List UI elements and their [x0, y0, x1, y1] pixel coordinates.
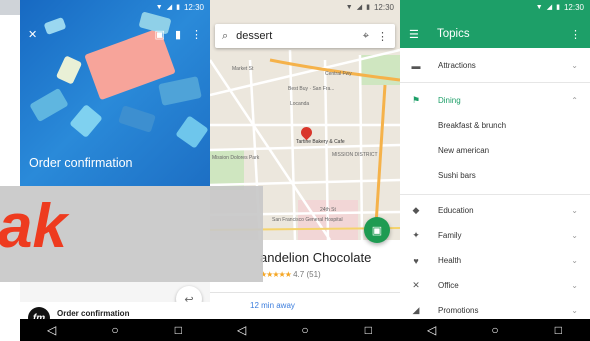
star-icon: ★★★★★	[260, 270, 292, 279]
recents-button[interactable]: □	[546, 324, 570, 336]
subitem-breakfast[interactable]: Breakfast & brunch	[438, 121, 506, 130]
message-title: Order confirmation	[57, 309, 130, 318]
review-count: (51)	[306, 270, 321, 279]
list-item-office[interactable]: ✕ Office ⌄	[400, 273, 590, 298]
more-vert-icon[interactable]: ⋮	[191, 29, 202, 41]
status-bar: ▼ ◢ ▮ 12:30	[210, 0, 400, 14]
close-icon[interactable]: ✕	[28, 29, 37, 41]
battery-icon: ▮	[366, 4, 370, 11]
chevron-down-icon: ⌄	[571, 256, 578, 265]
corner-patch	[0, 0, 20, 15]
map-label: Best Buy · San Fra...	[288, 86, 334, 92]
toolbar: ✕ ▣ ▮ ⋮	[20, 26, 210, 44]
watermark-overlay: ak	[0, 186, 263, 282]
battery-icon: ▮	[176, 4, 180, 11]
map-label: San Francisco General Hospital	[272, 217, 343, 223]
search-bar[interactable]: ⌕ dessert ⌖ ⋮	[215, 24, 395, 48]
menu-icon[interactable]: ☰	[409, 28, 419, 41]
status-time: 12:30	[373, 2, 394, 12]
family-icon: ✦	[412, 230, 420, 240]
topics-screen: ☰ Topics ⋮ ▼ ◢ ▮ 12:30 ▬ Attractions ⌄ ⚑…	[400, 0, 590, 341]
nav-bar: ◁ ○ □	[210, 319, 400, 341]
list-item-label: Dining	[438, 96, 461, 105]
hero-title: Order confirmation	[29, 156, 133, 170]
home-button[interactable]: ○	[103, 324, 127, 336]
signal-icon: ◢	[546, 4, 553, 11]
subitem-sushi[interactable]: Sushi bars	[438, 171, 476, 180]
home-button[interactable]: ○	[293, 324, 317, 336]
chevron-down-icon: ⌄	[571, 206, 578, 215]
search-input[interactable]: dessert	[236, 30, 355, 42]
search-icon: ⌕	[222, 29, 229, 42]
directions-button[interactable]: ▣	[364, 217, 390, 243]
back-button[interactable]: ◁	[230, 324, 254, 336]
chevron-down-icon: ⌄	[571, 231, 578, 240]
list-item-health[interactable]: ♥ Health ⌄	[400, 248, 590, 273]
tools-icon: ✕	[412, 280, 420, 290]
more-vert-icon[interactable]: ⋮	[377, 30, 388, 43]
watermark-text: ak	[0, 192, 67, 261]
list-item-education[interactable]: ◆ Education ⌄	[400, 198, 590, 223]
wifi-icon: ▼	[345, 3, 353, 11]
list-item-label: Attractions	[438, 61, 476, 70]
place-name: andelion Chocolate	[260, 250, 372, 265]
rating: ★★★★★ 4.7 (51)	[260, 270, 321, 279]
status-time: 12:30	[563, 2, 584, 12]
list-item-label: Family	[438, 231, 462, 240]
chevron-up-icon: ⌃	[571, 96, 578, 105]
divider	[210, 292, 400, 293]
status-time: 12:30	[183, 2, 204, 12]
inbox-screen: Order confirmation ▼ ◢ ▮ 12:30 ✕ ▣ ▮ ⋮ ↩…	[20, 0, 210, 341]
back-button[interactable]: ◁	[40, 324, 64, 336]
recents-button[interactable]: □	[356, 324, 380, 336]
eta-label: 12 min away	[250, 301, 295, 310]
list-item-label: Health	[438, 256, 462, 265]
nav-bar: ◁ ○ □	[400, 319, 590, 341]
battery-icon: ▮	[556, 4, 560, 11]
map-label: MISSION DISTRICT	[332, 152, 378, 158]
nav-bar: ◁ ○ □	[20, 319, 210, 341]
list-item-label: Education	[438, 206, 474, 215]
archive-icon[interactable]: ▣	[155, 29, 165, 41]
more-vert-icon[interactable]: ⋮	[570, 28, 581, 41]
list-item-dining[interactable]: ⚑ Dining ⌃	[400, 88, 590, 113]
tag-icon: ◢	[412, 305, 420, 315]
map-label: Tartine Bakery & Cafe	[296, 139, 345, 145]
list-item-label: Office	[438, 281, 459, 290]
chevron-down-icon: ⌄	[571, 306, 578, 315]
map-label: Market St	[232, 66, 254, 72]
list-item-attractions[interactable]: ▬ Attractions ⌄	[400, 53, 590, 78]
map-label: Locanda	[290, 101, 309, 107]
page-title: Topics	[437, 28, 470, 40]
list-item-family[interactable]: ✦ Family ⌄	[400, 223, 590, 248]
heart-icon: ♥	[413, 255, 419, 266]
status-bar: ▼ ◢ ▮ 12:30	[20, 0, 210, 14]
divider	[400, 82, 590, 83]
list-item-label: Promotions	[438, 306, 479, 315]
maps-screen: Market St Best Buy · San Fra... Locanda …	[210, 0, 400, 341]
chevron-down-icon: ⌄	[571, 61, 578, 70]
subitem-new-american[interactable]: New american	[438, 146, 489, 155]
map-label: Mission Dolores Park	[212, 155, 260, 161]
recents-button[interactable]: □	[166, 324, 190, 336]
rating-value: 4.7	[293, 270, 305, 279]
delete-icon[interactable]: ▮	[175, 29, 181, 41]
back-button[interactable]: ◁	[420, 324, 444, 336]
map-label: 24th St	[320, 207, 336, 213]
restaurant-icon: ⚑	[411, 95, 421, 105]
divider	[400, 194, 590, 195]
car-icon: ▣	[371, 224, 383, 237]
school-icon: ◆	[412, 205, 420, 215]
map-label: Central Fwy	[325, 71, 352, 77]
status-bar: ▼ ◢ ▮ 12:30	[400, 0, 590, 14]
ticket-icon: ▬	[411, 60, 421, 71]
my-location-icon[interactable]: ⌖	[363, 30, 369, 43]
chevron-down-icon: ⌄	[571, 281, 578, 290]
signal-icon: ◢	[356, 4, 363, 11]
signal-icon: ◢	[166, 4, 173, 11]
wifi-icon: ▼	[535, 3, 543, 11]
home-button[interactable]: ○	[483, 324, 507, 336]
wifi-icon: ▼	[155, 3, 163, 11]
topics-list: ▬ Attractions ⌄ ⚑ Dining ⌃ Breakfast & b…	[400, 48, 590, 319]
